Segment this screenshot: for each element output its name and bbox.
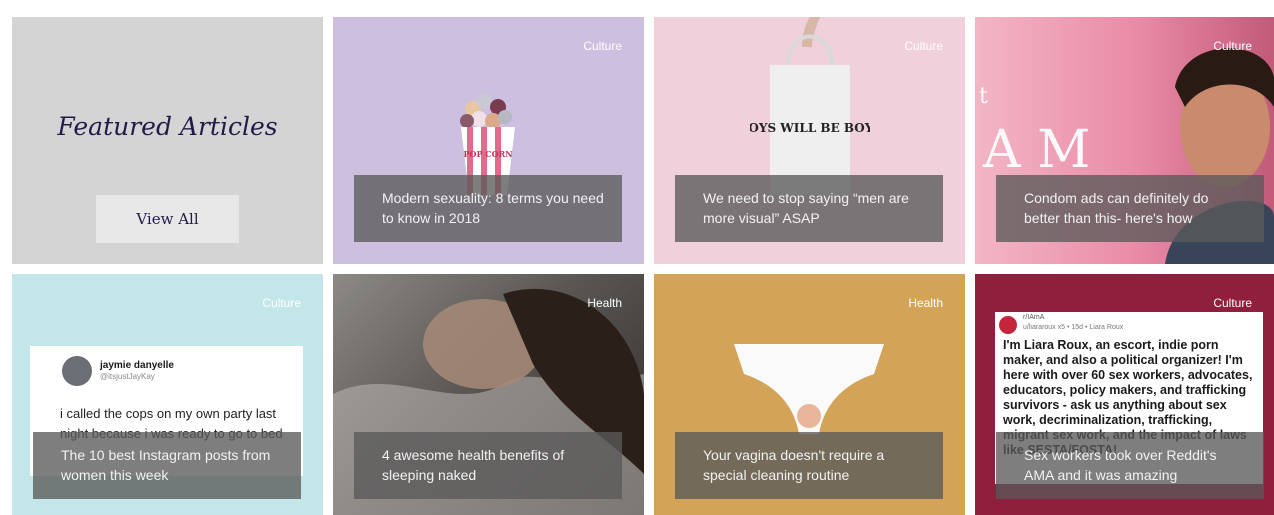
category-tag: Health [908,296,943,310]
tweet-author-handle: @itsjustJayKay [100,372,155,381]
condom-ad-text: A M [982,120,1090,180]
category-tag: Culture [262,296,301,310]
article-caption[interactable]: Sex workers took over Reddit's AMA and i… [996,432,1264,499]
reddit-icon [999,316,1017,334]
article-caption[interactable]: Your vagina doesn't require a special cl… [675,432,943,499]
popcorn-box-text: POP CORN [463,149,512,159]
featured-articles-panel: Featured Articles View All [12,17,323,264]
reddit-subreddit: r/IAmA [1023,314,1045,321]
article-card-men-visual[interactable]: BOYS WILL BE BOYS Culture We need to sto… [654,17,965,264]
article-caption[interactable]: 4 awesome health benefits of sleeping na… [354,432,622,499]
article-caption[interactable]: Modern sexuality: 8 terms you need to kn… [354,175,622,242]
article-card-reddit-ama[interactable]: r/IAmA u/liararoux x5 • 15d • Liara Roux… [975,274,1274,515]
view-all-button[interactable]: View All [96,195,239,243]
article-caption[interactable]: We need to stop saying “men are more vis… [675,175,943,242]
article-card-cleaning-routine[interactable]: Health Your vagina doesn't require a spe… [654,274,965,515]
tweet-author-name: jaymie danyelle [100,360,174,371]
article-caption[interactable]: Condom ads can definitely do better than… [996,175,1264,242]
article-card-instagram-posts[interactable]: jaymie danyelle @itsjustJayKay i called … [12,274,323,515]
category-tag: Culture [583,39,622,53]
article-card-condom-ads[interactable]: t A M Culture Condom ads can definitely … [975,17,1274,264]
article-caption[interactable]: The 10 best Instagram posts from women t… [33,432,301,499]
tote-bag-text: BOYS WILL BE BOYS [750,121,870,135]
featured-articles-grid: Featured Articles View All POP CORN Cult… [0,0,1274,515]
article-card-sleeping-naked[interactable]: Health 4 awesome health benefits of slee… [333,274,644,515]
tweet-avatar [62,356,92,386]
category-tag: Health [587,296,622,310]
category-tag: Culture [904,39,943,53]
category-tag: Culture [1213,296,1252,310]
category-tag: Culture [1213,39,1252,53]
reddit-meta: u/liararoux x5 • 15d • Liara Roux [1023,324,1124,331]
article-card-modern-sexuality[interactable]: POP CORN Culture Modern sexuality: 8 ter… [333,17,644,264]
condom-ad-letter: t [979,84,988,109]
underwear-image [734,344,884,434]
featured-articles-title: Featured Articles [57,112,278,141]
